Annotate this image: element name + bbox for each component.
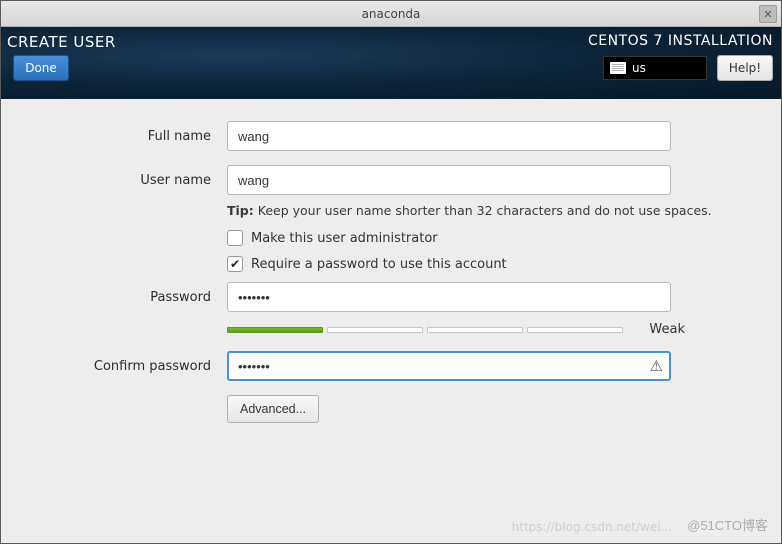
confirm-label: Confirm password <box>41 359 227 374</box>
close-icon[interactable]: ✕ <box>759 5 777 23</box>
window-title: anaconda <box>362 7 421 21</box>
tip-text: Keep your user name shorter than 32 char… <box>254 203 712 218</box>
username-label: User name <box>41 173 227 188</box>
installer-window: anaconda ✕ CREATE USER Done CENTOS 7 INS… <box>0 0 782 544</box>
strength-segment-3 <box>427 327 523 333</box>
advanced-button[interactable]: Advanced... <box>227 395 319 423</box>
fullname-label: Full name <box>41 129 227 144</box>
help-button[interactable]: Help! <box>717 55 773 81</box>
watermark: @51CTO博客 <box>687 515 768 534</box>
fullname-input[interactable] <box>227 121 671 151</box>
warning-icon: ⚠ <box>650 357 663 375</box>
require-password-checkbox[interactable] <box>227 256 243 272</box>
password-strength-bar <box>227 327 623 333</box>
keyboard-layout-indicator[interactable]: us <box>603 56 707 80</box>
username-input[interactable] <box>227 165 671 195</box>
form-area: Full name User name Tip: Keep your user … <box>1 99 781 543</box>
require-password-label: Require a password to use this account <box>251 257 507 272</box>
keyboard-icon <box>610 62 626 74</box>
password-input[interactable] <box>227 282 671 312</box>
confirm-password-input[interactable] <box>227 351 671 381</box>
password-label: Password <box>41 290 227 305</box>
password-row: Password <box>41 282 741 312</box>
admin-checkbox-label: Make this user administrator <box>251 231 438 246</box>
fullname-row: Full name <box>41 121 741 151</box>
username-row: User name <box>41 165 741 195</box>
watermark-secondary: https://blog.csdn.net/wei... <box>512 520 672 534</box>
confirm-row: Confirm password ⚠ <box>41 351 741 381</box>
require-pw-row: Require a password to use this account <box>227 256 741 272</box>
strength-segment-4 <box>527 327 623 333</box>
admin-check-row: Make this user administrator <box>227 230 741 246</box>
header-right: CENTOS 7 INSTALLATION us Help! <box>588 33 773 81</box>
titlebar: anaconda ✕ <box>1 1 781 27</box>
strength-segment-1 <box>227 327 323 333</box>
page-title: CREATE USER <box>5 33 116 51</box>
header-left: CREATE USER Done <box>5 33 116 81</box>
strength-segment-2 <box>327 327 423 333</box>
header-bar: CREATE USER Done CENTOS 7 INSTALLATION u… <box>1 27 781 99</box>
strength-label: Weak <box>649 322 741 337</box>
tip-prefix: Tip: <box>227 203 254 218</box>
username-tip: Tip: Keep your user name shorter than 32… <box>227 203 741 218</box>
install-title: CENTOS 7 INSTALLATION <box>588 33 773 49</box>
admin-checkbox[interactable] <box>227 230 243 246</box>
keyboard-layout-label: us <box>632 61 646 75</box>
header-controls: us Help! <box>603 55 773 81</box>
password-strength-row: Weak <box>227 322 741 337</box>
done-button[interactable]: Done <box>13 55 69 81</box>
